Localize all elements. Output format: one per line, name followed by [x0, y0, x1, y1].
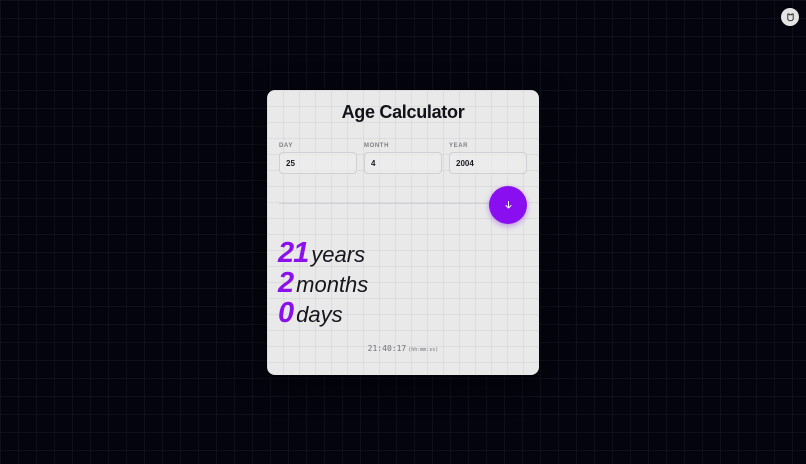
result-months: 2 months — [278, 267, 368, 299]
clock-time: 21:40:17 — [367, 344, 407, 353]
month-input[interactable] — [364, 152, 442, 174]
days-value: 0 — [278, 297, 294, 329]
clock-format: (hh:mm:ss) — [408, 347, 439, 353]
years-value: 21 — [278, 237, 309, 269]
days-unit: days — [296, 302, 343, 327]
form-divider — [279, 203, 501, 204]
age-calculator-card: Age Calculator DAY MONTH YEAR 21years 2m… — [267, 90, 539, 375]
year-label: YEAR — [449, 143, 469, 149]
year-field: YEAR — [449, 143, 527, 174]
arrow-down-icon — [505, 201, 511, 209]
result-years: 21 years — [278, 237, 365, 269]
months-unit: months — [296, 272, 369, 297]
day-field: DAY — [279, 143, 357, 174]
month-label: MONTH — [364, 143, 389, 149]
page-title: Age Calculator — [341, 102, 465, 122]
years-unit: years — [311, 242, 366, 267]
month-field: MONTH — [364, 143, 442, 174]
year-input[interactable] — [449, 152, 527, 174]
day-input[interactable] — [279, 152, 357, 174]
day-label: DAY — [279, 143, 293, 149]
result-days: 0 days — [278, 297, 343, 329]
clock: 21:40:17 (hh:mm:ss) — [267, 338, 539, 356]
corner-bear-button[interactable] — [781, 8, 799, 26]
bear-icon — [786, 12, 794, 21]
calculate-button[interactable] — [489, 186, 527, 224]
months-value: 2 — [278, 267, 294, 299]
